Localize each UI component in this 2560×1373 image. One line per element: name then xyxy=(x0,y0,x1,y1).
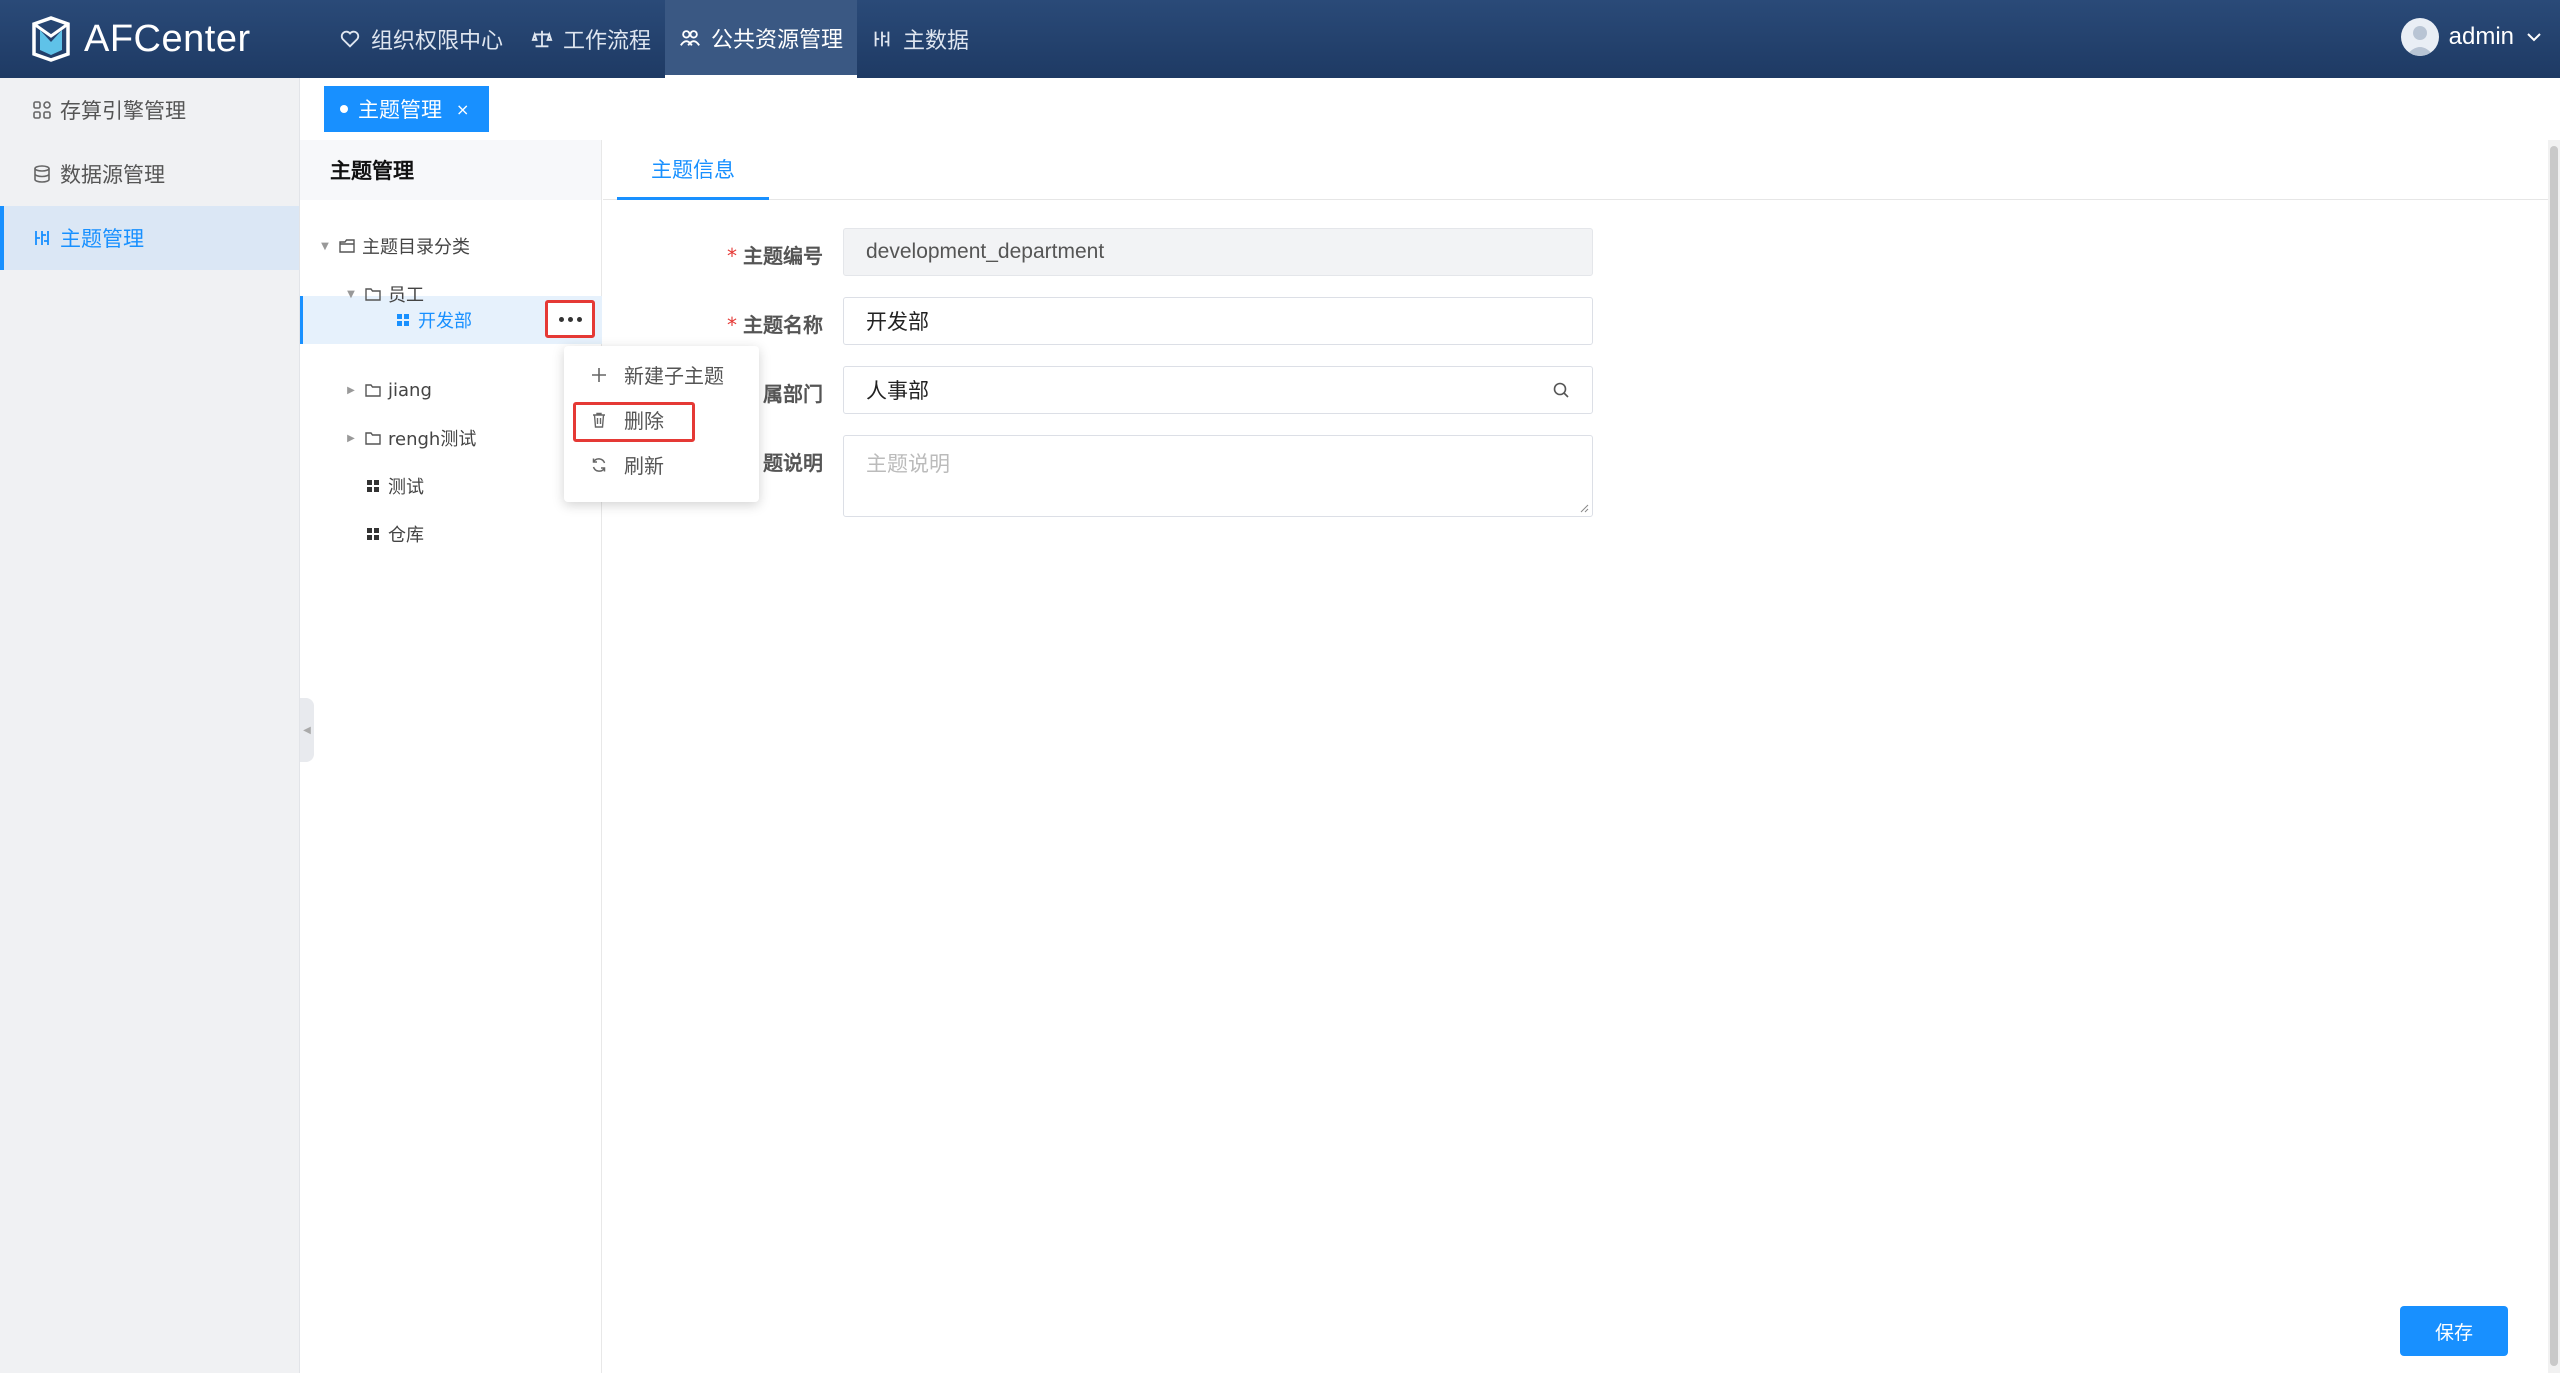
detail-tabs: 主题信息 xyxy=(603,140,2553,200)
tree-node-root[interactable]: ▼ 主题目录分类 xyxy=(318,222,470,270)
nav-item-org-permission[interactable]: 组织权限中心 xyxy=(325,0,517,78)
grid-icon xyxy=(397,314,409,326)
tree-node-label: 开发部 xyxy=(418,311,472,332)
nav-item-label: 工作流程 xyxy=(563,29,652,54)
tree-node-jiang[interactable]: ▶ jiang xyxy=(344,366,432,414)
sidebar-item-label: 主题管理 xyxy=(60,227,144,251)
nav-item-public-resources[interactable]: 公共资源管理 xyxy=(665,0,858,78)
sidebar-item-compute-engine[interactable]: 存算引擎管理 xyxy=(0,78,299,142)
nav-item-master-data[interactable]: 主数据 xyxy=(857,0,983,78)
vertical-scrollbar[interactable] xyxy=(2548,140,2560,1373)
afcenter-logo-icon xyxy=(32,16,70,62)
tree-node-test[interactable]: 测试 xyxy=(364,462,424,510)
field-label: 题说明 xyxy=(763,451,823,475)
resize-handle-icon[interactable] xyxy=(1579,503,1589,513)
topic-icon xyxy=(35,231,49,245)
folder-open-icon xyxy=(365,288,381,301)
users-icon xyxy=(680,29,700,46)
tree-node-dev-dept[interactable]: 开发部 xyxy=(394,296,472,344)
scrollbar-thumb[interactable] xyxy=(2550,146,2558,1366)
topic-description-field[interactable]: 主题说明 xyxy=(843,435,1593,517)
left-sidebar: 存算引擎管理 数据源管理 主题管理 xyxy=(0,78,300,1373)
caret-down-icon[interactable]: ▼ xyxy=(318,241,332,252)
required-mark: * xyxy=(727,313,737,337)
field-label: * 主题名称 xyxy=(727,309,823,338)
refresh-icon xyxy=(592,457,606,472)
more-dot xyxy=(576,316,582,322)
grid-icon xyxy=(367,528,379,540)
delete-highlight-box xyxy=(573,402,695,442)
tree-node-label: rengh测试 xyxy=(388,429,477,450)
tree-node-label: 主题目录分类 xyxy=(362,237,470,258)
user-avatar-icon xyxy=(2405,26,2434,56)
topic-name-field[interactable]: 开发部 xyxy=(843,297,1593,345)
grid-icon xyxy=(367,480,379,492)
tree-node-label: 仓库 xyxy=(388,525,424,546)
field-label: * 主题编号 xyxy=(727,240,823,269)
more-actions-button[interactable] xyxy=(545,300,595,338)
sidebar-item-label: 存算引擎管理 xyxy=(60,99,186,123)
caret-right-icon[interactable]: ▶ xyxy=(344,385,358,396)
required-mark: * xyxy=(727,244,737,268)
app-logo[interactable]: AFCenter xyxy=(30,16,251,62)
description-placeholder: 主题说明 xyxy=(866,453,950,476)
app-name: AFCenter xyxy=(84,17,251,60)
close-icon[interactable]: × xyxy=(456,100,469,119)
department-value: 人事部 xyxy=(866,380,929,403)
top-navigation-bar: AFCenter 组织权限中心 工作流程 公共资源管理 主数据 admin xyxy=(0,0,2560,78)
field-label-text: 主题编号 xyxy=(743,244,823,268)
tab-topic-info[interactable]: 主题信息 xyxy=(617,140,769,200)
avatar xyxy=(2400,18,2439,56)
nav-item-label: 主数据 xyxy=(903,29,970,54)
sidebar-item-topic-management[interactable]: 主题管理 xyxy=(0,206,299,270)
folder-open-icon xyxy=(365,432,381,445)
data-icon xyxy=(874,31,890,47)
tab-label: 主题管理 xyxy=(358,98,442,122)
database-icon xyxy=(34,165,50,183)
sidebar-item-datasource[interactable]: 数据源管理 xyxy=(0,142,299,206)
tree-node-warehouse[interactable]: 仓库 xyxy=(364,510,424,558)
chevron-down-icon xyxy=(2527,33,2541,42)
tree-node-rengh-test[interactable]: ▶ rengh测试 xyxy=(344,414,476,462)
nav-item-workflow[interactable]: 工作流程 xyxy=(517,0,665,78)
caret-right-icon[interactable]: ▶ xyxy=(344,433,358,444)
menu-item-label: 刷新 xyxy=(624,454,664,478)
caret-down-icon[interactable]: ▼ xyxy=(344,289,358,300)
plus-icon xyxy=(592,367,606,382)
active-dot xyxy=(340,105,348,113)
tree-context-menu: 新建子主题 删除 刷新 xyxy=(564,346,759,502)
tree-node-label: 测试 xyxy=(388,477,424,498)
menu-item-label: 新建子主题 xyxy=(624,364,724,388)
grid-icon xyxy=(33,101,51,119)
username: admin xyxy=(2448,23,2514,50)
sidebar-item-label: 数据源管理 xyxy=(60,163,165,187)
heart-shield-icon xyxy=(340,30,360,48)
folder-open-icon xyxy=(365,384,381,397)
topic-code-field: development_department xyxy=(843,228,1593,276)
search-icon[interactable] xyxy=(1552,381,1570,399)
more-dot xyxy=(567,316,573,322)
scale-icon xyxy=(531,30,553,48)
more-dot xyxy=(558,316,564,322)
topic-detail-panel: 主题信息 * 主题编号 development_department * 主题名称 … xyxy=(603,140,2553,1373)
folder-icon xyxy=(339,239,355,253)
topic-tree-panel: 主题管理 ▼ 主题目录分类 ▼ 员工 开发部 ▶ jiang ▶ rengh测试… xyxy=(300,140,602,1373)
save-button[interactable]: 保存 xyxy=(2400,1306,2508,1356)
panel-collapse-handle[interactable]: ◀ xyxy=(300,698,314,762)
tree-node-label: jiang xyxy=(388,379,432,401)
tree-title: 主题管理 xyxy=(300,140,601,200)
tab-topic-management[interactable]: 主题管理 × xyxy=(324,86,490,132)
nav-item-label: 组织权限中心 xyxy=(371,29,504,54)
field-label: 属部门 xyxy=(763,382,823,406)
menu-item-refresh[interactable]: 刷新 xyxy=(564,442,759,487)
nav-item-label: 公共资源管理 xyxy=(711,27,844,53)
field-label-text: 主题名称 xyxy=(743,313,823,337)
open-tabs-bar: 主题管理 × xyxy=(300,78,2560,140)
menu-item-new-subtopic[interactable]: 新建子主题 xyxy=(564,352,759,397)
department-field[interactable]: 人事部 xyxy=(843,366,1593,414)
user-menu[interactable]: admin xyxy=(2400,18,2544,56)
main-nav: 组织权限中心 工作流程 公共资源管理 主数据 xyxy=(325,0,983,78)
